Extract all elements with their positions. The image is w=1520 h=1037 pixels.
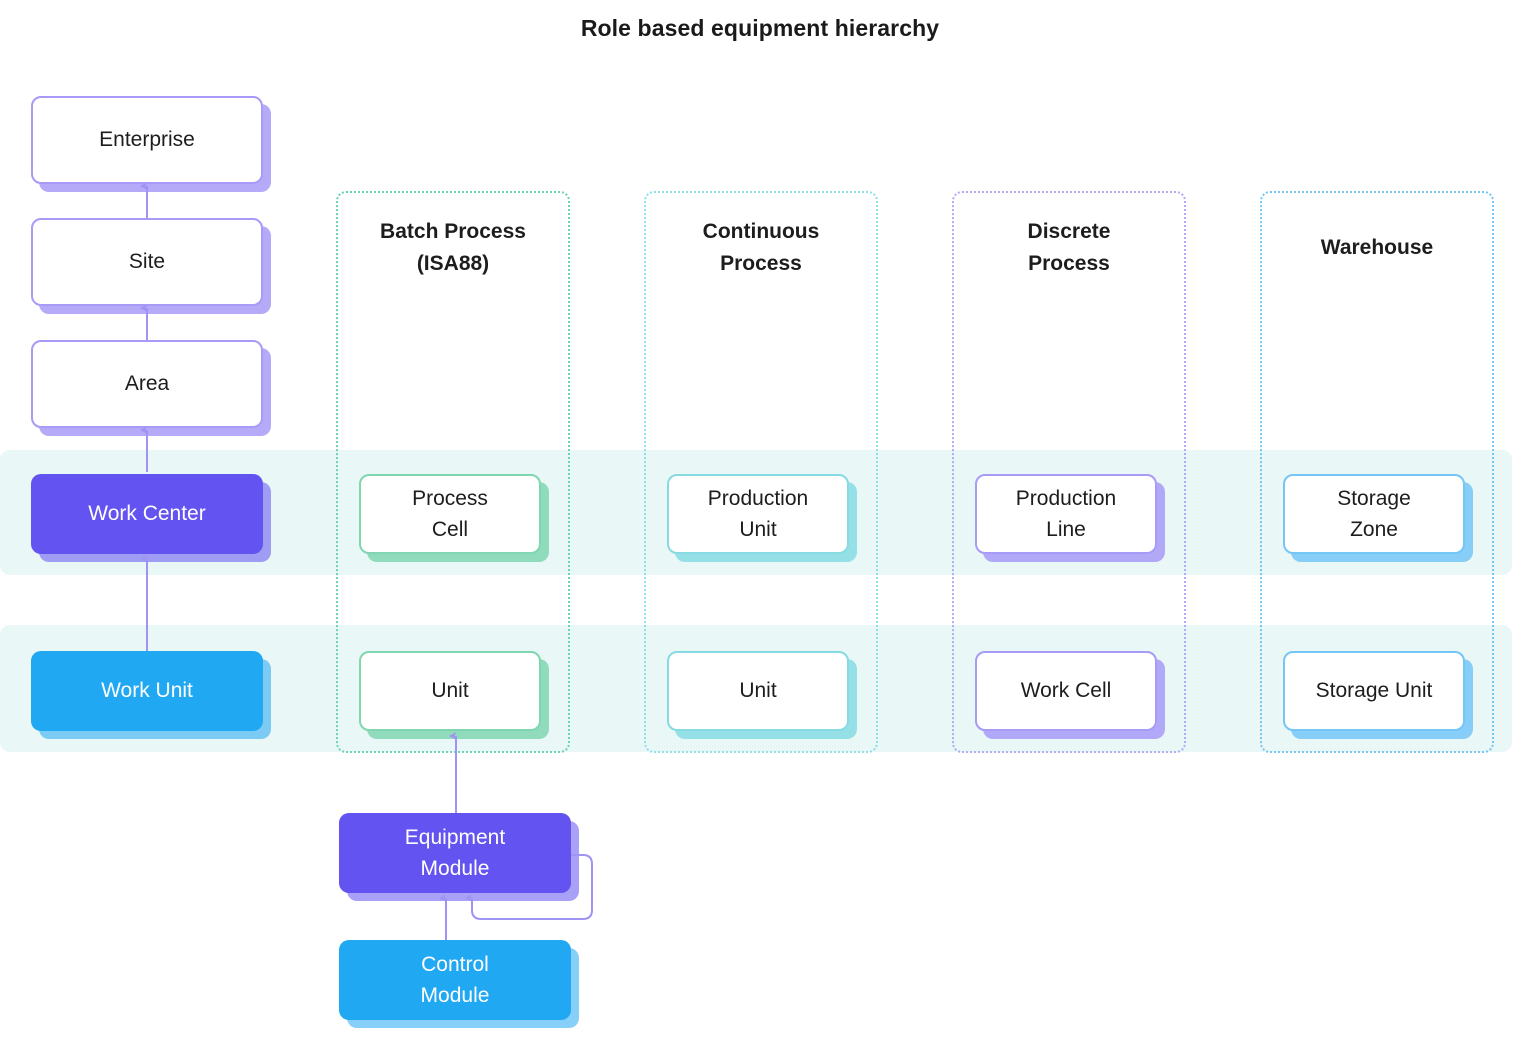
node-storage-unit-label: Storage Unit (1315, 679, 1433, 703)
node-unit-batch[interactable]: Unit (359, 651, 541, 731)
node-area[interactable]: Area (31, 340, 263, 428)
node-storage-unit[interactable]: Storage Unit (1283, 651, 1465, 731)
node-equipment-module-label: Equipment Module (404, 825, 506, 881)
node-production-line[interactable]: Production Line (975, 474, 1157, 554)
node-work-center[interactable]: Work Center (31, 474, 263, 554)
node-control-module[interactable]: Control Module (339, 940, 571, 1020)
page-title: Role based equipment hierarchy (580, 15, 940, 41)
group-label-batch-process: Batch Process (ISA88) (380, 220, 526, 275)
node-production-unit[interactable]: Production Unit (667, 474, 849, 554)
node-process-cell-label: Process Cell (412, 486, 488, 542)
node-site-label: Site (128, 250, 166, 274)
group-label-warehouse: Warehouse (1320, 236, 1434, 259)
group-label-discrete-process: Discrete Process (1027, 220, 1111, 275)
node-unit-continuous-label: Unit (739, 679, 777, 703)
node-production-line-label: Production Line (1015, 486, 1117, 542)
diagram-canvas: Role based equipment hierarchy Batch Pro… (0, 0, 1520, 1037)
node-enterprise[interactable]: Enterprise (31, 96, 263, 184)
group-label-continuous-process: Continuous Process (702, 220, 820, 275)
node-equipment-module[interactable]: Equipment Module (339, 813, 571, 893)
node-work-cell[interactable]: Work Cell (975, 651, 1157, 731)
node-process-cell[interactable]: Process Cell (359, 474, 541, 554)
node-enterprise-label: Enterprise (99, 128, 195, 152)
node-control-module-label: Control Module (420, 952, 490, 1008)
node-work-cell-label: Work Cell (1020, 679, 1112, 703)
node-unit-batch-label: Unit (431, 679, 469, 703)
node-work-unit[interactable]: Work Unit (31, 651, 263, 731)
node-unit-continuous[interactable]: Unit (667, 651, 849, 731)
node-work-center-label: Work Center (88, 502, 206, 526)
node-site[interactable]: Site (31, 218, 263, 306)
node-storage-zone[interactable]: Storage Zone (1283, 474, 1465, 554)
node-production-unit-label: Production Unit (707, 486, 809, 542)
node-area-label: Area (124, 372, 170, 396)
node-work-unit-label: Work Unit (101, 679, 193, 703)
node-storage-zone-label: Storage Zone (1337, 486, 1411, 542)
